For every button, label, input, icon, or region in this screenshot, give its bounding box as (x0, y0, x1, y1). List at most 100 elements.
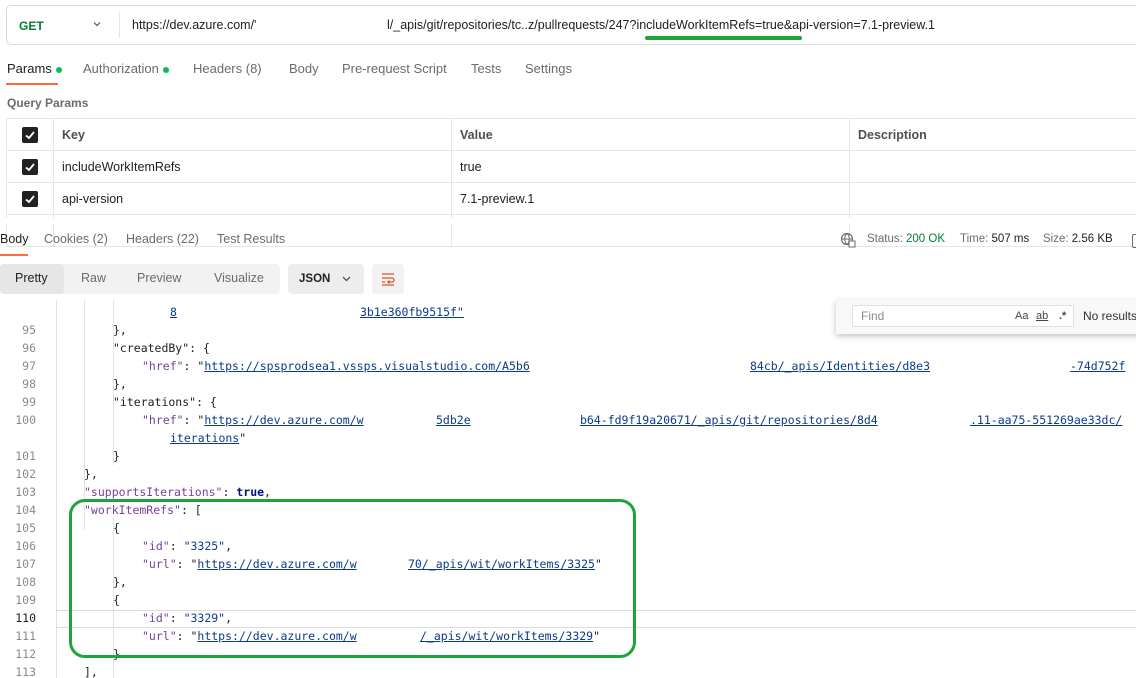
tab-params[interactable]: Params (7, 61, 62, 76)
code-line: "createdBy": { (113, 341, 210, 355)
find-placeholder: Find (861, 309, 885, 323)
code-line: "supportsIterations": true, (84, 485, 271, 499)
param-value-cell[interactable]: 7.1-preview.1 (451, 182, 850, 215)
line-number: 107 (15, 557, 36, 571)
param-value-cell[interactable]: true (451, 150, 850, 183)
globe-icon[interactable] (840, 232, 856, 248)
line-number: 95 (22, 323, 36, 337)
code-line: 3b1e360fb9515f" (360, 305, 464, 319)
view-pretty-label[interactable]: Pretty (15, 271, 48, 285)
checkbox[interactable] (22, 190, 38, 207)
code-line: 5db2e (436, 413, 471, 427)
tab-response-headers[interactable]: Headers (22) (126, 232, 199, 246)
code-line: -74d752f (1070, 359, 1126, 373)
checkbox[interactable] (22, 158, 38, 175)
check-icon (25, 194, 35, 203)
query-params-title: Query Params (7, 96, 89, 110)
tab-headers[interactable]: Headers (8) (193, 61, 262, 76)
check-icon (25, 130, 35, 139)
tab-cookies[interactable]: Cookies (2) (44, 232, 108, 246)
line-number: 103 (15, 485, 36, 499)
whole-word-toggle[interactable]: ab (1036, 310, 1048, 322)
method-select[interactable]: GET (19, 19, 44, 33)
tab-test-results[interactable]: Test Results (217, 232, 285, 246)
truncated-link (170, 300, 835, 301)
status-code[interactable]: 200 OK (906, 233, 945, 245)
line-number: 108 (15, 575, 36, 589)
param-description-cell[interactable] (849, 150, 1136, 183)
param-key-cell[interactable]: api-version (53, 182, 452, 215)
tab-response-body[interactable]: Body (0, 232, 29, 246)
code-line: b64-fd9f19a20671/_apis/git/repositories/… (580, 413, 878, 427)
code-line: 8 (170, 305, 177, 319)
params-table: Key Value Description includeWorkItemRef… (6, 118, 1136, 247)
code-line: "iterations": { (113, 395, 217, 409)
wrap-lines-icon (382, 273, 395, 286)
wrap-lines-button[interactable] (372, 264, 404, 294)
checkbox[interactable] (22, 126, 38, 143)
highlight-underline (645, 36, 802, 40)
tab-settings[interactable]: Settings (525, 61, 572, 76)
active-tab-indicator (6, 83, 58, 85)
find-results-count: No results (1083, 309, 1136, 323)
param-key-cell[interactable]: includeWorkItemRefs (53, 150, 452, 183)
highlight-box (69, 499, 636, 658)
tab-authorization[interactable]: Authorization (83, 61, 169, 76)
table-header-row: Key Value Description (6, 118, 1136, 151)
code-line: } (113, 449, 120, 463)
code-line: .11-aa75-551269ae33dc/ (970, 413, 1123, 427)
view-visualize-button[interactable]: Visualize (214, 271, 264, 285)
tab-body[interactable]: Body (289, 61, 319, 76)
chevron-down-icon (342, 276, 351, 282)
select-all-cell[interactable] (6, 118, 54, 151)
line-number: 98 (22, 377, 36, 391)
url-input-start[interactable]: https://dev.azure.com/' (132, 18, 256, 32)
active-tab-indicator (0, 254, 28, 256)
url-input-end[interactable]: l/_apis/git/repositories/tc..z/pullreque… (387, 18, 935, 32)
code-line: ], (84, 665, 98, 678)
size-value[interactable]: 2.56 KB (1072, 233, 1113, 245)
format-select-label: JSON (299, 273, 331, 285)
column-header-value: Value (451, 118, 850, 151)
code-line: iterations" (170, 431, 247, 445)
param-description-cell[interactable] (849, 182, 1136, 215)
pane-divider[interactable] (0, 218, 1136, 224)
line-number: 102 (15, 467, 36, 481)
divider (119, 12, 120, 38)
code-line: "href": "https://dev.azure.com/w (142, 413, 364, 427)
line-number: 104 (15, 503, 36, 517)
code-line: }, (113, 323, 127, 337)
status-readout: Status: 200 OK (867, 233, 946, 245)
line-number: 106 (15, 539, 36, 553)
time-value[interactable]: 507 ms (992, 233, 1030, 245)
active-dot-icon (55, 66, 62, 73)
line-number: 96 (22, 341, 36, 355)
tab-pre-request-script[interactable]: Pre-request Script (342, 61, 447, 76)
line-number: 101 (15, 449, 36, 463)
line-number: 100 (15, 413, 36, 427)
line-number: 97 (22, 359, 36, 373)
chevron-down-icon[interactable] (93, 20, 101, 28)
line-number: 105 (15, 521, 36, 535)
size-readout: Size: 2.56 KB (1043, 233, 1113, 245)
time-readout: Time: 507 ms (960, 233, 1030, 245)
line-number: 109 (15, 593, 36, 607)
column-header-key: Key (53, 118, 452, 151)
tab-tests[interactable]: Tests (471, 61, 501, 76)
line-number: 110 (15, 611, 36, 625)
request-url-bar[interactable]: GET https://dev.azure.com/' l/_apis/git/… (6, 5, 1136, 45)
match-case-toggle[interactable]: Aa (1015, 310, 1028, 322)
view-preview-button[interactable]: Preview (137, 271, 181, 285)
view-raw-button[interactable]: Raw (81, 271, 106, 285)
table-row: api-version 7.1-preview.1 (6, 182, 1136, 215)
table-row: includeWorkItemRefs true (6, 150, 1136, 183)
save-response-icon[interactable] (1132, 234, 1136, 248)
regex-toggle[interactable]: .* (1059, 310, 1066, 322)
line-number: 99 (22, 395, 36, 409)
line-number: 111 (15, 629, 36, 643)
code-line: "href": "https://spsprodsea1.vssps.visua… (142, 359, 530, 373)
check-icon (25, 162, 35, 171)
code-line: }, (113, 377, 127, 391)
line-number: 112 (15, 647, 36, 661)
column-header-description: Description (849, 118, 1136, 151)
